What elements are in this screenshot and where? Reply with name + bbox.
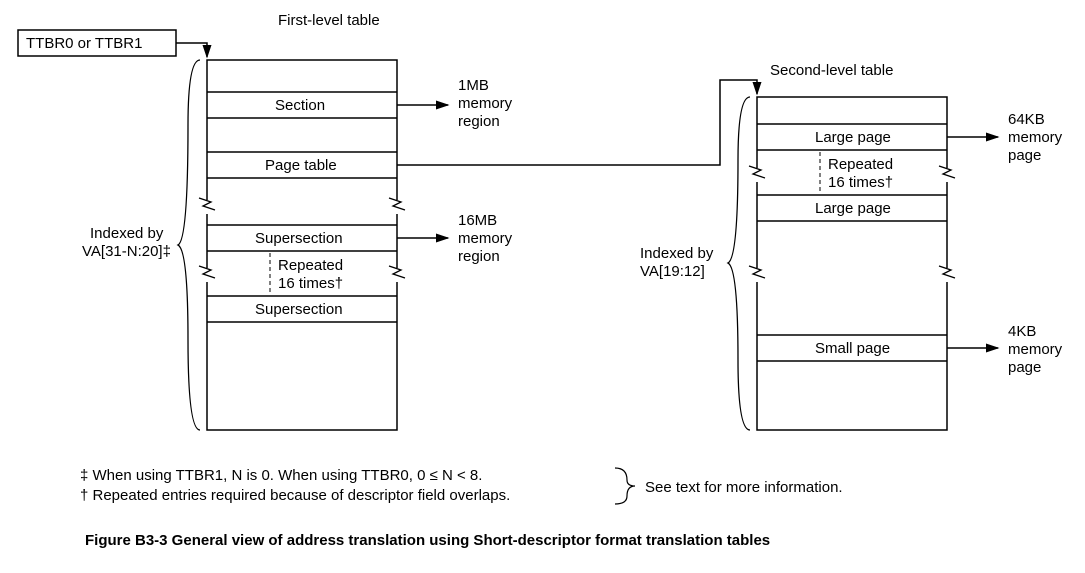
l2-repeated-b: 16 times†: [828, 174, 893, 191]
l2-large2: Large page: [815, 200, 891, 217]
brace-footnotes: [615, 468, 635, 504]
p64-c: page: [1008, 147, 1041, 164]
second-level-table: Large page Repeated 16 times† Large page…: [749, 97, 955, 430]
arrow-pagetable-to-l2: [397, 80, 757, 165]
region1mb-b: memory: [458, 95, 513, 112]
brace-l1: [178, 60, 200, 430]
figure-caption: Figure B3-3 General view of address tran…: [85, 532, 770, 549]
l1-supersection1: Supersection: [255, 230, 343, 247]
l1-pagetable-label: Page table: [265, 157, 337, 174]
l2-small: Small page: [815, 340, 890, 357]
region16mb-a: 16MB: [458, 212, 497, 229]
first-level-table: Section Page table Supersection Repeated…: [199, 60, 405, 430]
l1-section-label: Section: [275, 97, 325, 114]
l2-title: Second-level table: [770, 62, 893, 79]
footnote-dagger: † Repeated entries required because of d…: [80, 487, 510, 504]
footnote-ddagger: ‡ When using TTBR1, N is 0. When using T…: [80, 467, 482, 484]
region1mb-c: region: [458, 113, 500, 130]
l1-repeated-b: 16 times†: [278, 275, 343, 292]
l1-supersection2: Supersection: [255, 301, 343, 318]
l1-index-b: VA[31-N:20]‡: [82, 243, 171, 260]
region16mb-b: memory: [458, 230, 513, 247]
p64-b: memory: [1008, 129, 1063, 146]
p4-b: memory: [1008, 341, 1063, 358]
l1-title: First-level table: [278, 12, 380, 29]
l2-index-a: Indexed by: [640, 245, 714, 262]
p4-c: page: [1008, 359, 1041, 376]
l1-repeated-a: Repeated: [278, 257, 343, 274]
brace-l2: [728, 97, 750, 430]
region1mb-a: 1MB: [458, 77, 489, 94]
p64-a: 64KB: [1008, 111, 1045, 128]
p4-a: 4KB: [1008, 323, 1036, 340]
arrow-ttbr-to-l1: [176, 43, 207, 57]
l2-index-b: VA[19:12]: [640, 263, 705, 280]
footnote-see: See text for more information.: [645, 479, 843, 496]
l2-repeated-a: Repeated: [828, 156, 893, 173]
l2-large1: Large page: [815, 129, 891, 146]
region16mb-c: region: [458, 248, 500, 265]
l1-index-a: Indexed by: [90, 225, 164, 242]
ttbr-label: TTBR0 or TTBR1: [26, 35, 142, 52]
